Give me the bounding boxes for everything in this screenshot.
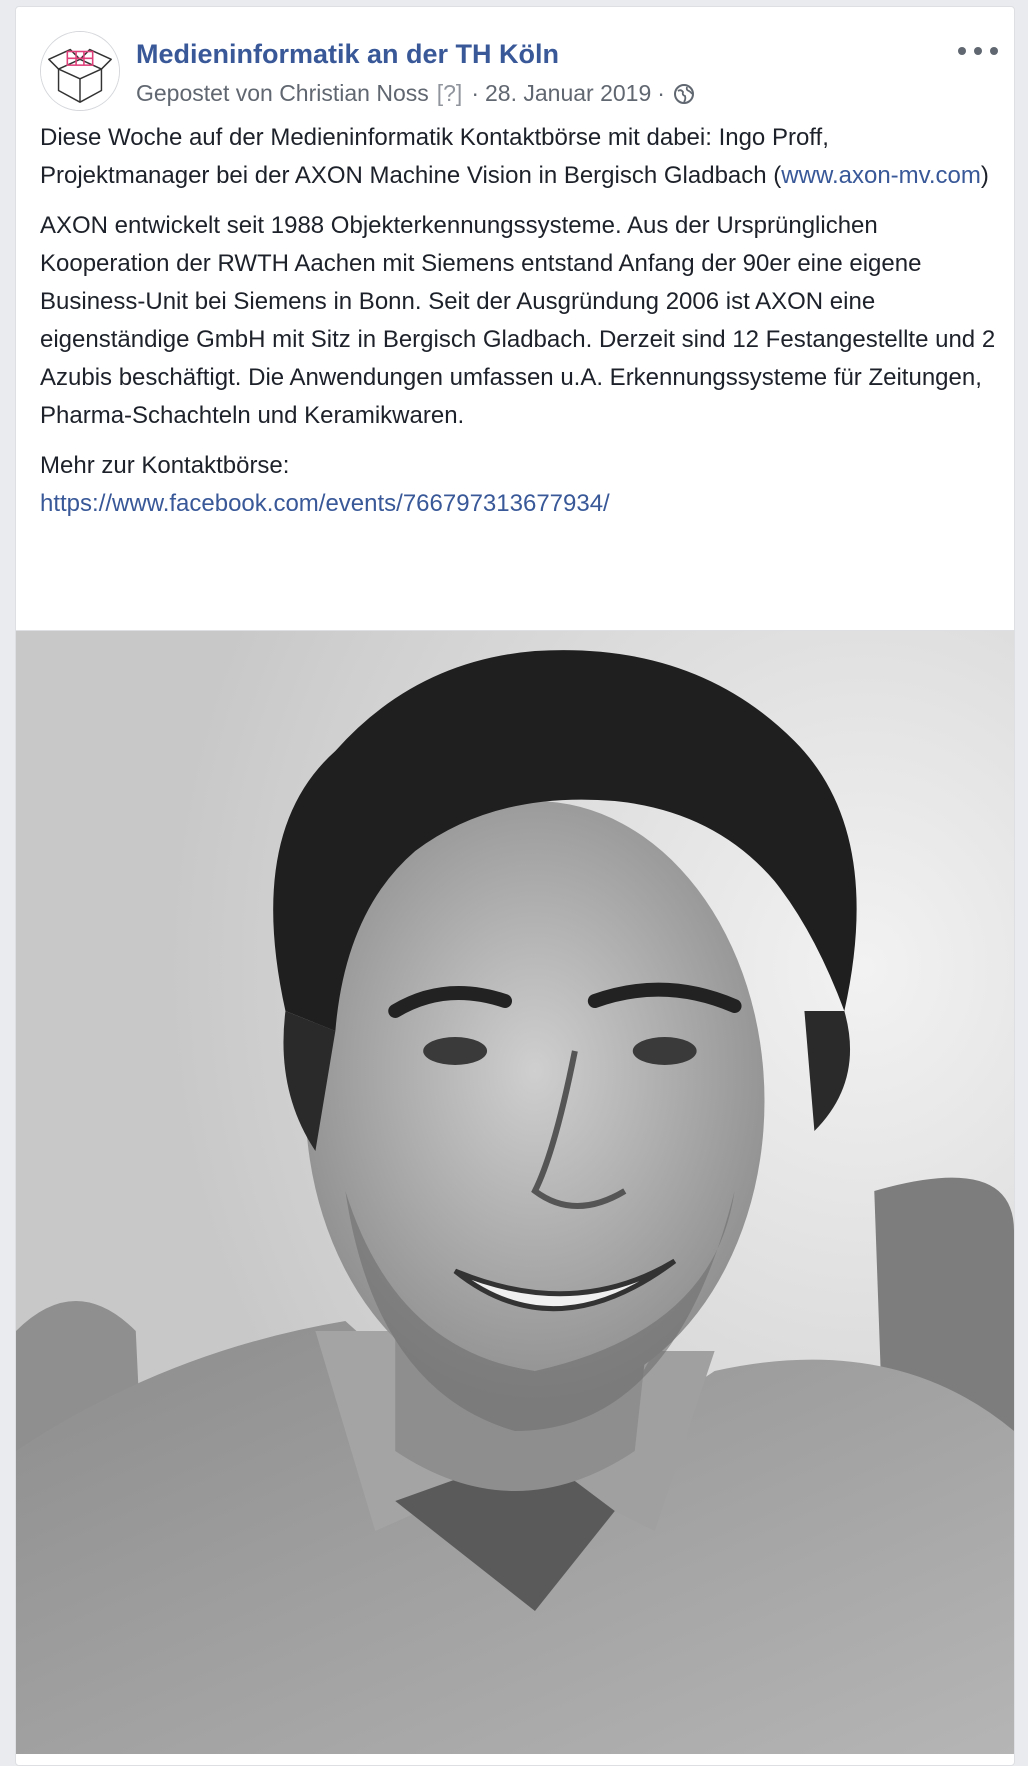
globe-icon[interactable] [673, 83, 695, 105]
dot [990, 47, 998, 55]
paragraph-text: Mehr zur Kontaktbörse: [40, 452, 290, 479]
dot [974, 47, 982, 55]
paragraph-text: ) [980, 162, 989, 189]
post-body: Diese Woche auf der Medieninformatik Kon… [40, 119, 1000, 535]
page-logo [41, 32, 119, 110]
paragraph-text: Diese Woche auf der Medieninformatik Kon… [40, 124, 829, 189]
event-link[interactable]: https://www.facebook.com/events/76679731… [40, 490, 610, 517]
post-paragraph-3: Mehr zur Kontaktbörse: https://www.facebo… [40, 447, 1000, 523]
post-photo[interactable] [16, 630, 1014, 1754]
page-name[interactable]: Medieninformatik an der TH Köln [136, 39, 559, 70]
post-date[interactable]: 28. Januar 2019 [485, 80, 651, 107]
meta-separator: · [657, 80, 665, 106]
portrait-photo [16, 631, 1014, 1754]
page-avatar[interactable] [40, 31, 120, 111]
posted-by-author[interactable]: Gepostet von Christian Noss [136, 80, 429, 107]
more-options-icon[interactable] [958, 41, 998, 61]
website-link[interactable]: www.axon-mv.com [781, 162, 981, 189]
help-marker[interactable]: [?] [437, 80, 463, 107]
post-paragraph-2: AXON entwickelt seit 1988 Objekterkennun… [40, 212, 996, 429]
post-header: Medieninformatik an der TH Köln Gepostet… [16, 7, 1014, 117]
meta-separator: · [471, 80, 479, 106]
post-paragraph-1: Diese Woche auf der Medieninformatik Kon… [40, 119, 1000, 195]
post-card: Medieninformatik an der TH Köln Gepostet… [15, 6, 1015, 1766]
post-meta: Gepostet von Christian Noss [?] · 28. Ja… [136, 80, 695, 107]
dot [958, 47, 966, 55]
